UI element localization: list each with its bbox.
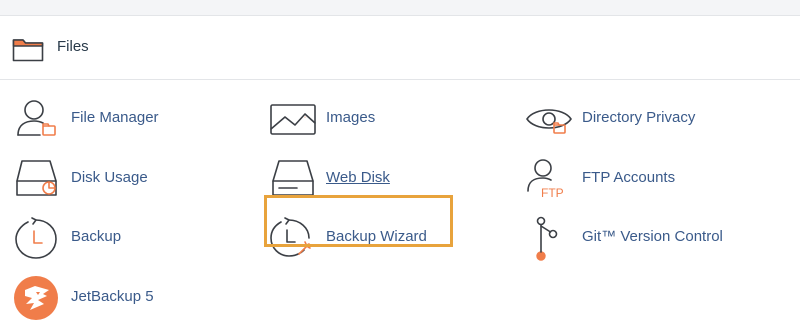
ftp-accounts-label: FTP Accounts — [582, 169, 675, 186]
images-label: Images — [326, 109, 375, 126]
backup-icon — [14, 214, 64, 262]
file-manager-link[interactable]: File Manager — [14, 95, 214, 143]
backup-link[interactable]: Backup — [14, 214, 214, 262]
jetbackup-link[interactable]: JetBackup 5 — [14, 274, 214, 322]
ftp-accounts-link[interactable]: FTP FTP Accounts — [525, 155, 725, 203]
images-link[interactable]: Images — [269, 95, 429, 143]
file-manager-icon — [14, 95, 64, 143]
images-icon — [269, 95, 319, 143]
git-icon — [525, 214, 575, 262]
web-disk-label: Web Disk — [326, 169, 390, 186]
ftp-icon-text: FTP — [541, 186, 564, 200]
directory-privacy-label: Directory Privacy — [582, 109, 695, 126]
section-title: Files — [57, 38, 89, 55]
directory-privacy-icon — [525, 95, 575, 143]
git-version-control-label: Git™ Version Control — [582, 228, 723, 245]
backup-label: Backup — [71, 228, 121, 245]
jetbackup-label: JetBackup 5 — [71, 288, 154, 305]
disk-usage-label: Disk Usage — [71, 169, 148, 186]
file-manager-label: File Manager — [71, 109, 159, 126]
files-section-header[interactable]: Files — [0, 16, 800, 80]
disk-usage-link[interactable]: Disk Usage — [14, 155, 214, 203]
jetbackup-icon — [14, 274, 64, 322]
backup-wizard-highlight — [264, 195, 453, 247]
ftp-accounts-icon: FTP — [525, 155, 575, 203]
disk-usage-icon — [14, 155, 64, 203]
git-version-control-link[interactable]: Git™ Version Control — [525, 214, 755, 262]
folder-icon — [12, 36, 44, 62]
directory-privacy-link[interactable]: Directory Privacy — [525, 95, 755, 143]
